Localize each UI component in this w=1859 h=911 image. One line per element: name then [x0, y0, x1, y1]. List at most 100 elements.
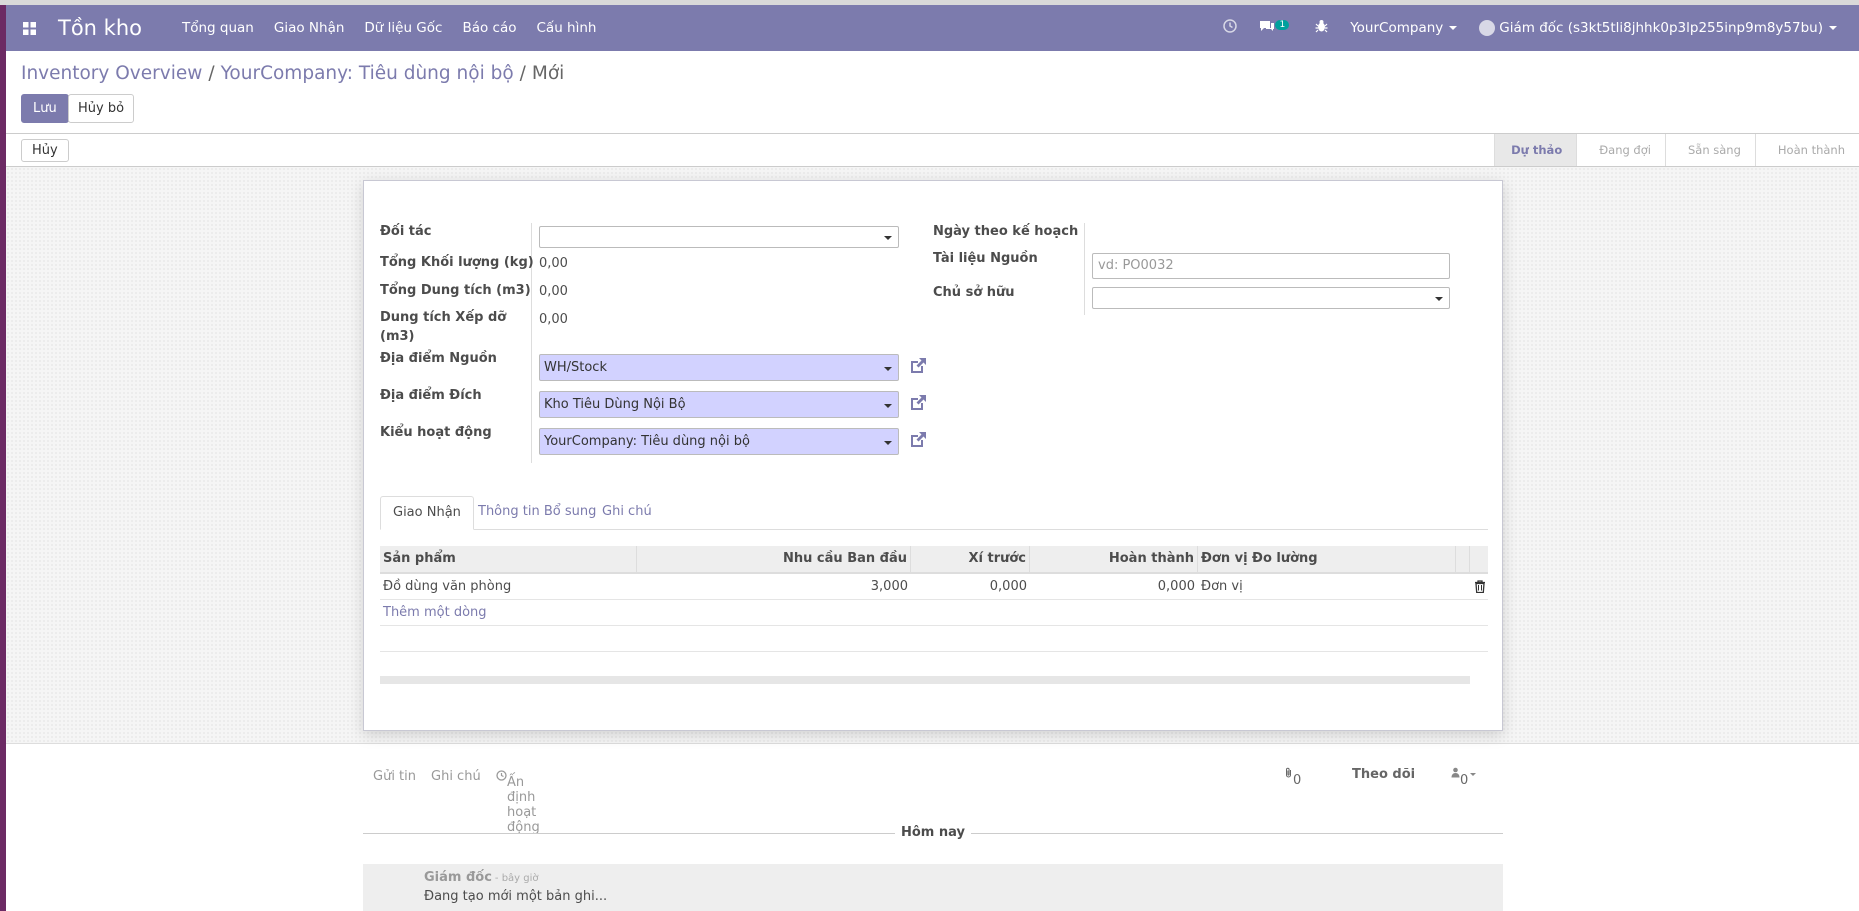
- column-header-uom[interactable]: Đơn vị Đo lường: [1198, 546, 1456, 572]
- save-button[interactable]: Lưu: [21, 94, 69, 123]
- user-icon: [1451, 767, 1460, 778]
- trash-icon[interactable]: [1474, 580, 1486, 593]
- owner-label: Chủ sở hữu: [933, 285, 1015, 300]
- form-statusbar: Hủy Dự thảo Đang đợi Sẵn sàng Hoàn thành: [6, 133, 1859, 167]
- table-row-empty: [380, 626, 1488, 652]
- discard-button[interactable]: Hủy bỏ: [68, 94, 135, 123]
- company-switcher[interactable]: YourCompany: [1350, 20, 1458, 36]
- debug-bug-icon[interactable]: [1315, 19, 1328, 37]
- stage-pipeline: Dự thảo Đang đợi Sẵn sàng Hoàn thành: [1494, 134, 1859, 166]
- source-document-input[interactable]: vd: PO0032: [1092, 253, 1450, 279]
- menu-overview[interactable]: Tổng quan: [182, 20, 254, 36]
- stage-ready: Sẵn sàng: [1664, 134, 1755, 166]
- attachments-button[interactable]: 0: [1284, 767, 1301, 788]
- table-row[interactable]: Đồ dùng văn phòng 3,000 0,000 0,000 Đơn …: [380, 574, 1488, 600]
- chevron-down-icon: [1829, 26, 1837, 30]
- column-header-product[interactable]: Sản phẩm: [380, 546, 637, 572]
- followers-count: 0: [1460, 773, 1469, 788]
- breadcrumb-current: Mới: [531, 63, 565, 84]
- loading-volume-label: Dung tích Xếp dỡ: [380, 310, 507, 325]
- stage-waiting: Đang đợi: [1576, 134, 1665, 166]
- partner-select[interactable]: [539, 226, 899, 248]
- operation-type-select[interactable]: YourCompany: Tiêu dùng nội bộ: [539, 428, 899, 455]
- chatter-message: Giám đốc - bây giờ Đang tạo mới một bản g…: [363, 864, 1503, 911]
- destination-location-label: Địa điểm Đích: [380, 388, 482, 403]
- menu-reporting[interactable]: Báo cáo: [462, 20, 516, 36]
- message-author: Giám đốc - bây giờ: [424, 870, 539, 885]
- operation-type-value: YourCompany: Tiêu dùng nội bộ: [544, 434, 750, 449]
- user-avatar: [1479, 20, 1496, 36]
- breadcrumb: Inventory Overview / YourCompany: Tiêu dùn…: [21, 63, 564, 84]
- source-location-select[interactable]: WH/Stock: [539, 354, 899, 381]
- send-message-button[interactable]: Gửi tin: [373, 769, 416, 784]
- date-separator: Hôm nay: [363, 824, 1503, 842]
- table-header: Sản phẩm Nhu cầu Ban đầu Xí trước Hoàn t…: [380, 546, 1488, 574]
- company-name: YourCompany: [1350, 20, 1444, 36]
- top-navbar: Tồn kho Tổng quan Giao Nhận Dữ liệu Gốc …: [6, 5, 1859, 51]
- chevron-down-icon: [884, 366, 892, 371]
- stage-done: Hoàn thành: [1754, 134, 1859, 166]
- menu-operations[interactable]: Giao Nhận: [274, 20, 345, 36]
- add-line-row: Thêm một dòng: [380, 600, 1488, 626]
- horizontal-scrollbar[interactable]: [380, 676, 1470, 684]
- paperclip-icon: [1286, 767, 1291, 778]
- chevron-down-icon: [884, 236, 892, 240]
- stage-draft: Dự thảo: [1494, 134, 1577, 166]
- breadcrumb-inventory-overview[interactable]: Inventory Overview: [21, 63, 202, 84]
- follow-button[interactable]: Theo dõi: [1352, 767, 1415, 782]
- cell-initial-demand: 3,000: [870, 579, 908, 594]
- source-location-value: WH/Stock: [544, 360, 607, 375]
- control-panel: Inventory Overview / YourCompany: Tiêu dùn…: [6, 51, 1859, 133]
- schedule-activity-button[interactable]: Ấn định hoạt động: [496, 769, 540, 835]
- tab-operations[interactable]: Giao Nhận: [380, 496, 474, 530]
- chevron-down-icon: [1435, 297, 1443, 301]
- form-sheet: Đối tác Tổng Khối lượng (kg) 0,00 Tổng D…: [363, 180, 1503, 731]
- column-header-reserved[interactable]: Xí trước: [911, 546, 1030, 572]
- chatter-topbar: Gửi tin Ghi chú Ấn định hoạt động 0 Theo…: [363, 763, 1503, 835]
- menu-configuration[interactable]: Cấu hình: [537, 20, 597, 36]
- chevron-down-icon: [884, 440, 892, 445]
- message-count-badge: 1: [1275, 20, 1290, 30]
- source-document-label: Tài liệu Nguồn: [933, 251, 1038, 266]
- author-name[interactable]: Giám đốc: [424, 870, 492, 885]
- messaging-button[interactable]: 1: [1259, 19, 1293, 37]
- weight-label: Tổng Khối lượng (kg): [380, 255, 534, 270]
- breadcrumb-separator: /: [208, 63, 215, 84]
- message-time: - bây giờ: [494, 873, 539, 884]
- column-header-done[interactable]: Hoàn thành: [1030, 546, 1198, 572]
- attachments-count: 0: [1293, 773, 1302, 788]
- cell-uom: Đơn vị: [1201, 579, 1243, 594]
- apps-menu-icon[interactable]: [14, 21, 44, 35]
- loading-volume-value: 0,00: [539, 312, 568, 327]
- app-title[interactable]: Tồn kho: [58, 16, 142, 40]
- external-link-icon[interactable]: [908, 356, 928, 376]
- clock-icon: [496, 770, 507, 781]
- destination-location-select[interactable]: Kho Tiêu Dùng Nội Bộ: [539, 391, 899, 418]
- cell-done: 0,000: [1157, 579, 1195, 594]
- destination-location-value: Kho Tiêu Dùng Nội Bộ: [544, 397, 686, 412]
- cell-reserved: 0,000: [989, 579, 1027, 594]
- loading-volume-label-unit: (m3): [380, 329, 415, 344]
- log-note-button[interactable]: Ghi chú: [431, 769, 481, 784]
- source-location-label: Địa điểm Nguồn: [380, 351, 497, 366]
- partner-label: Đối tác: [380, 224, 432, 239]
- breadcrumb-operation-type[interactable]: YourCompany: Tiêu dùng nội bộ: [221, 63, 514, 84]
- add-line-link[interactable]: Thêm một dòng: [380, 600, 490, 625]
- external-link-icon[interactable]: [908, 393, 928, 413]
- activity-clock-icon[interactable]: [1223, 19, 1237, 37]
- tab-note[interactable]: Ghi chú: [590, 496, 664, 530]
- followers-button[interactable]: 0: [1451, 767, 1476, 788]
- weight-value: 0,00: [539, 256, 568, 271]
- external-link-icon[interactable]: [908, 430, 928, 450]
- column-header-spacer: [1456, 546, 1470, 572]
- owner-select[interactable]: [1092, 287, 1450, 309]
- move-lines-table: Sản phẩm Nhu cầu Ban đầu Xí trước Hoàn t…: [380, 546, 1488, 652]
- menu-master-data[interactable]: Dữ liệu Gốc: [364, 20, 442, 36]
- chevron-down-icon: [1449, 26, 1458, 30]
- chevron-down-icon: [884, 403, 892, 408]
- tab-additional-info[interactable]: Thông tin Bổ sung: [466, 496, 608, 530]
- user-menu[interactable]: Giám đốc (s3kt5tli8jhhk0p3lp255inp9m8y57…: [1479, 20, 1837, 36]
- cancel-button[interactable]: Hủy: [21, 139, 69, 162]
- column-header-initial-demand[interactable]: Nhu cầu Ban đầu: [637, 546, 911, 572]
- breadcrumb-separator: /: [519, 63, 526, 84]
